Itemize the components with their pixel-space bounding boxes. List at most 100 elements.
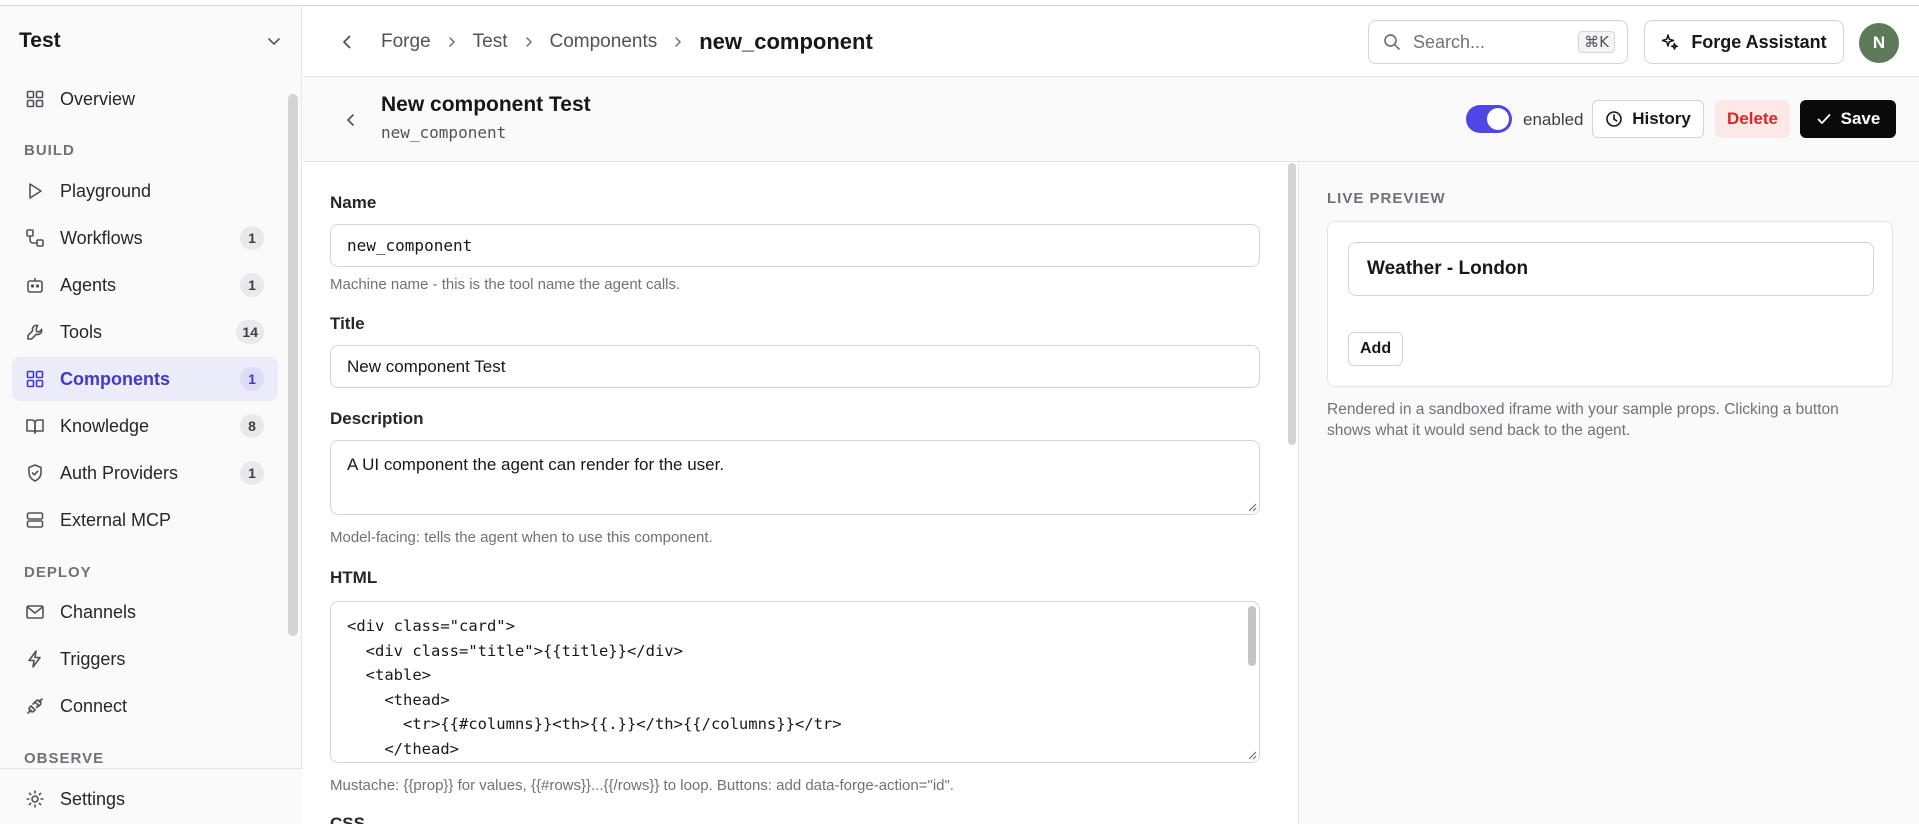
forge-assistant-label: Forge Assistant xyxy=(1691,31,1827,52)
search-placeholder: Search... xyxy=(1413,31,1486,52)
title-field[interactable]: New component Test xyxy=(330,345,1260,388)
count-badge: 8 xyxy=(240,414,264,438)
preview-heading: LIVE PREVIEW xyxy=(1327,190,1446,207)
resize-handle-icon[interactable] xyxy=(1246,749,1257,760)
forge-assistant-button[interactable]: Forge Assistant xyxy=(1644,20,1844,64)
sidebar-item-label: Workflows xyxy=(60,227,143,248)
description-value: A UI component the agent can render for … xyxy=(347,455,725,474)
resize-handle-icon[interactable] xyxy=(1246,501,1257,512)
html-code-editor[interactable]: <div class="card"> <div class="title">{{… xyxy=(330,601,1260,763)
preview-add-button[interactable]: Add xyxy=(1348,332,1404,366)
enabled-toggle[interactable] xyxy=(1466,105,1512,133)
grid-icon xyxy=(24,88,46,110)
settings-footer: Settings xyxy=(0,768,302,824)
preview-iframe: Weather - London Add xyxy=(1327,221,1893,387)
sidebar-item-label: Components xyxy=(60,368,170,389)
sidebar-item-settings[interactable]: Settings xyxy=(12,777,278,821)
sidebar-item-playground[interactable]: Playground xyxy=(12,169,278,213)
sidebar-item-auth-providers[interactable]: Auth Providers 1 xyxy=(12,451,278,495)
sidebar-item-label: Overview xyxy=(60,88,136,109)
count-badge: 14 xyxy=(236,320,264,344)
form-scrollbar[interactable] xyxy=(1287,163,1297,824)
sidebar-item-overview[interactable]: Overview xyxy=(12,77,278,121)
breadcrumb-current: new_component xyxy=(699,28,873,54)
chevron-right-icon xyxy=(671,35,685,49)
form-scrollbar-thumb[interactable] xyxy=(1288,163,1296,445)
avatar[interactable]: N xyxy=(1859,23,1899,63)
sidebar-item-components[interactable]: Components 1 xyxy=(12,357,278,401)
save-button[interactable]: Save xyxy=(1800,100,1896,138)
breadcrumb-components[interactable]: Components xyxy=(550,31,658,53)
count-badge: 1 xyxy=(240,461,264,485)
breadcrumb-forge[interactable]: Forge xyxy=(381,31,431,53)
sidebar-item-workflows[interactable]: Workflows 1 xyxy=(12,216,278,260)
component-form: Name new_component Machine name - this i… xyxy=(303,163,1297,824)
component-machine-name: new_component xyxy=(381,123,507,142)
code-scrollbar[interactable] xyxy=(1248,606,1256,666)
description-help: Model-facing: tells the agent when to us… xyxy=(330,529,713,546)
code-line: <table> xyxy=(347,666,431,684)
workspace-switcher[interactable]: Test xyxy=(0,6,302,76)
sidebar-item-knowledge[interactable]: Knowledge 8 xyxy=(12,404,278,448)
sidebar-item-label: Playground xyxy=(60,180,152,201)
sidebar-item-channels[interactable]: Channels xyxy=(12,590,278,634)
breadcrumb-test[interactable]: Test xyxy=(473,31,508,53)
description-label: Description xyxy=(330,409,424,428)
sidebar-item-label: Auth Providers xyxy=(60,462,179,483)
clock-icon xyxy=(1605,110,1623,128)
sidebar-item-external-mcp[interactable]: External MCP xyxy=(12,498,278,542)
sidebar-item-label: Triggers xyxy=(60,648,126,669)
search-input[interactable]: Search... ⌘K xyxy=(1368,20,1628,64)
sidebar-scrollbar[interactable] xyxy=(288,94,298,636)
code-line: <div class="card"> xyxy=(347,617,515,635)
sidebar-item-label: External MCP xyxy=(60,509,172,530)
sidebar-item-label: Agents xyxy=(60,274,117,295)
shield-check-icon xyxy=(24,462,46,484)
chevron-right-icon xyxy=(522,35,536,49)
sidebar-item-connect[interactable]: Connect xyxy=(12,684,278,728)
bot-icon xyxy=(24,274,46,296)
title-label: Title xyxy=(330,314,365,333)
grid-icon xyxy=(24,368,46,390)
preview-note: Rendered in a sandboxed iframe with your… xyxy=(1327,401,1839,439)
code-line: </thead> xyxy=(347,739,459,758)
lightning-icon xyxy=(24,648,46,670)
chevron-right-icon xyxy=(445,35,459,49)
enabled-label: enabled xyxy=(1523,110,1584,129)
name-field[interactable]: new_component xyxy=(330,224,1260,267)
description-field[interactable]: A UI component the agent can render for … xyxy=(330,440,1260,515)
sidebar-item-agents[interactable]: Agents 1 xyxy=(12,263,278,307)
sidebar-item-label: Connect xyxy=(60,695,128,716)
live-preview-panel: LIVE PREVIEW Weather - London Add Render… xyxy=(1298,163,1919,824)
name-help: Machine name - this is the tool name the… xyxy=(330,276,681,293)
css-label: CSS xyxy=(330,814,365,824)
top-header: Forge Test Components new_component Sear… xyxy=(303,6,1919,77)
wrench-icon xyxy=(24,321,46,343)
mail-icon xyxy=(24,601,46,623)
name-label: Name xyxy=(330,193,377,212)
workflow-icon xyxy=(24,227,46,249)
component-header: New component Test new_component enabled… xyxy=(303,77,1919,162)
back-icon[interactable] xyxy=(342,111,360,129)
search-icon xyxy=(1383,33,1401,51)
section-header-observe: OBSERVE xyxy=(24,750,105,767)
delete-label: Delete xyxy=(1726,109,1779,128)
count-badge: 1 xyxy=(240,273,264,297)
html-label: HTML xyxy=(330,568,378,587)
delete-button[interactable]: Delete xyxy=(1715,100,1790,138)
search-shortcut: ⌘K xyxy=(1578,31,1615,53)
sidebar: Test Overview BUILD Playground Workflows… xyxy=(0,6,302,824)
count-badge: 1 xyxy=(240,367,264,391)
back-icon[interactable] xyxy=(337,32,357,52)
sidebar-item-tools[interactable]: Tools 14 xyxy=(12,310,278,354)
check-icon xyxy=(1816,111,1832,127)
sparkles-icon xyxy=(1661,33,1679,51)
sidebar-item-label: Settings xyxy=(60,788,126,809)
preview-card-title: Weather - London xyxy=(1348,242,1874,296)
sidebar-item-triggers[interactable]: Triggers xyxy=(12,637,278,681)
component-title: New component Test xyxy=(381,93,591,116)
section-header-build: BUILD xyxy=(24,142,75,159)
gear-icon xyxy=(24,788,46,810)
history-button[interactable]: History xyxy=(1592,100,1704,138)
sidebar-item-label: Knowledge xyxy=(60,415,150,436)
